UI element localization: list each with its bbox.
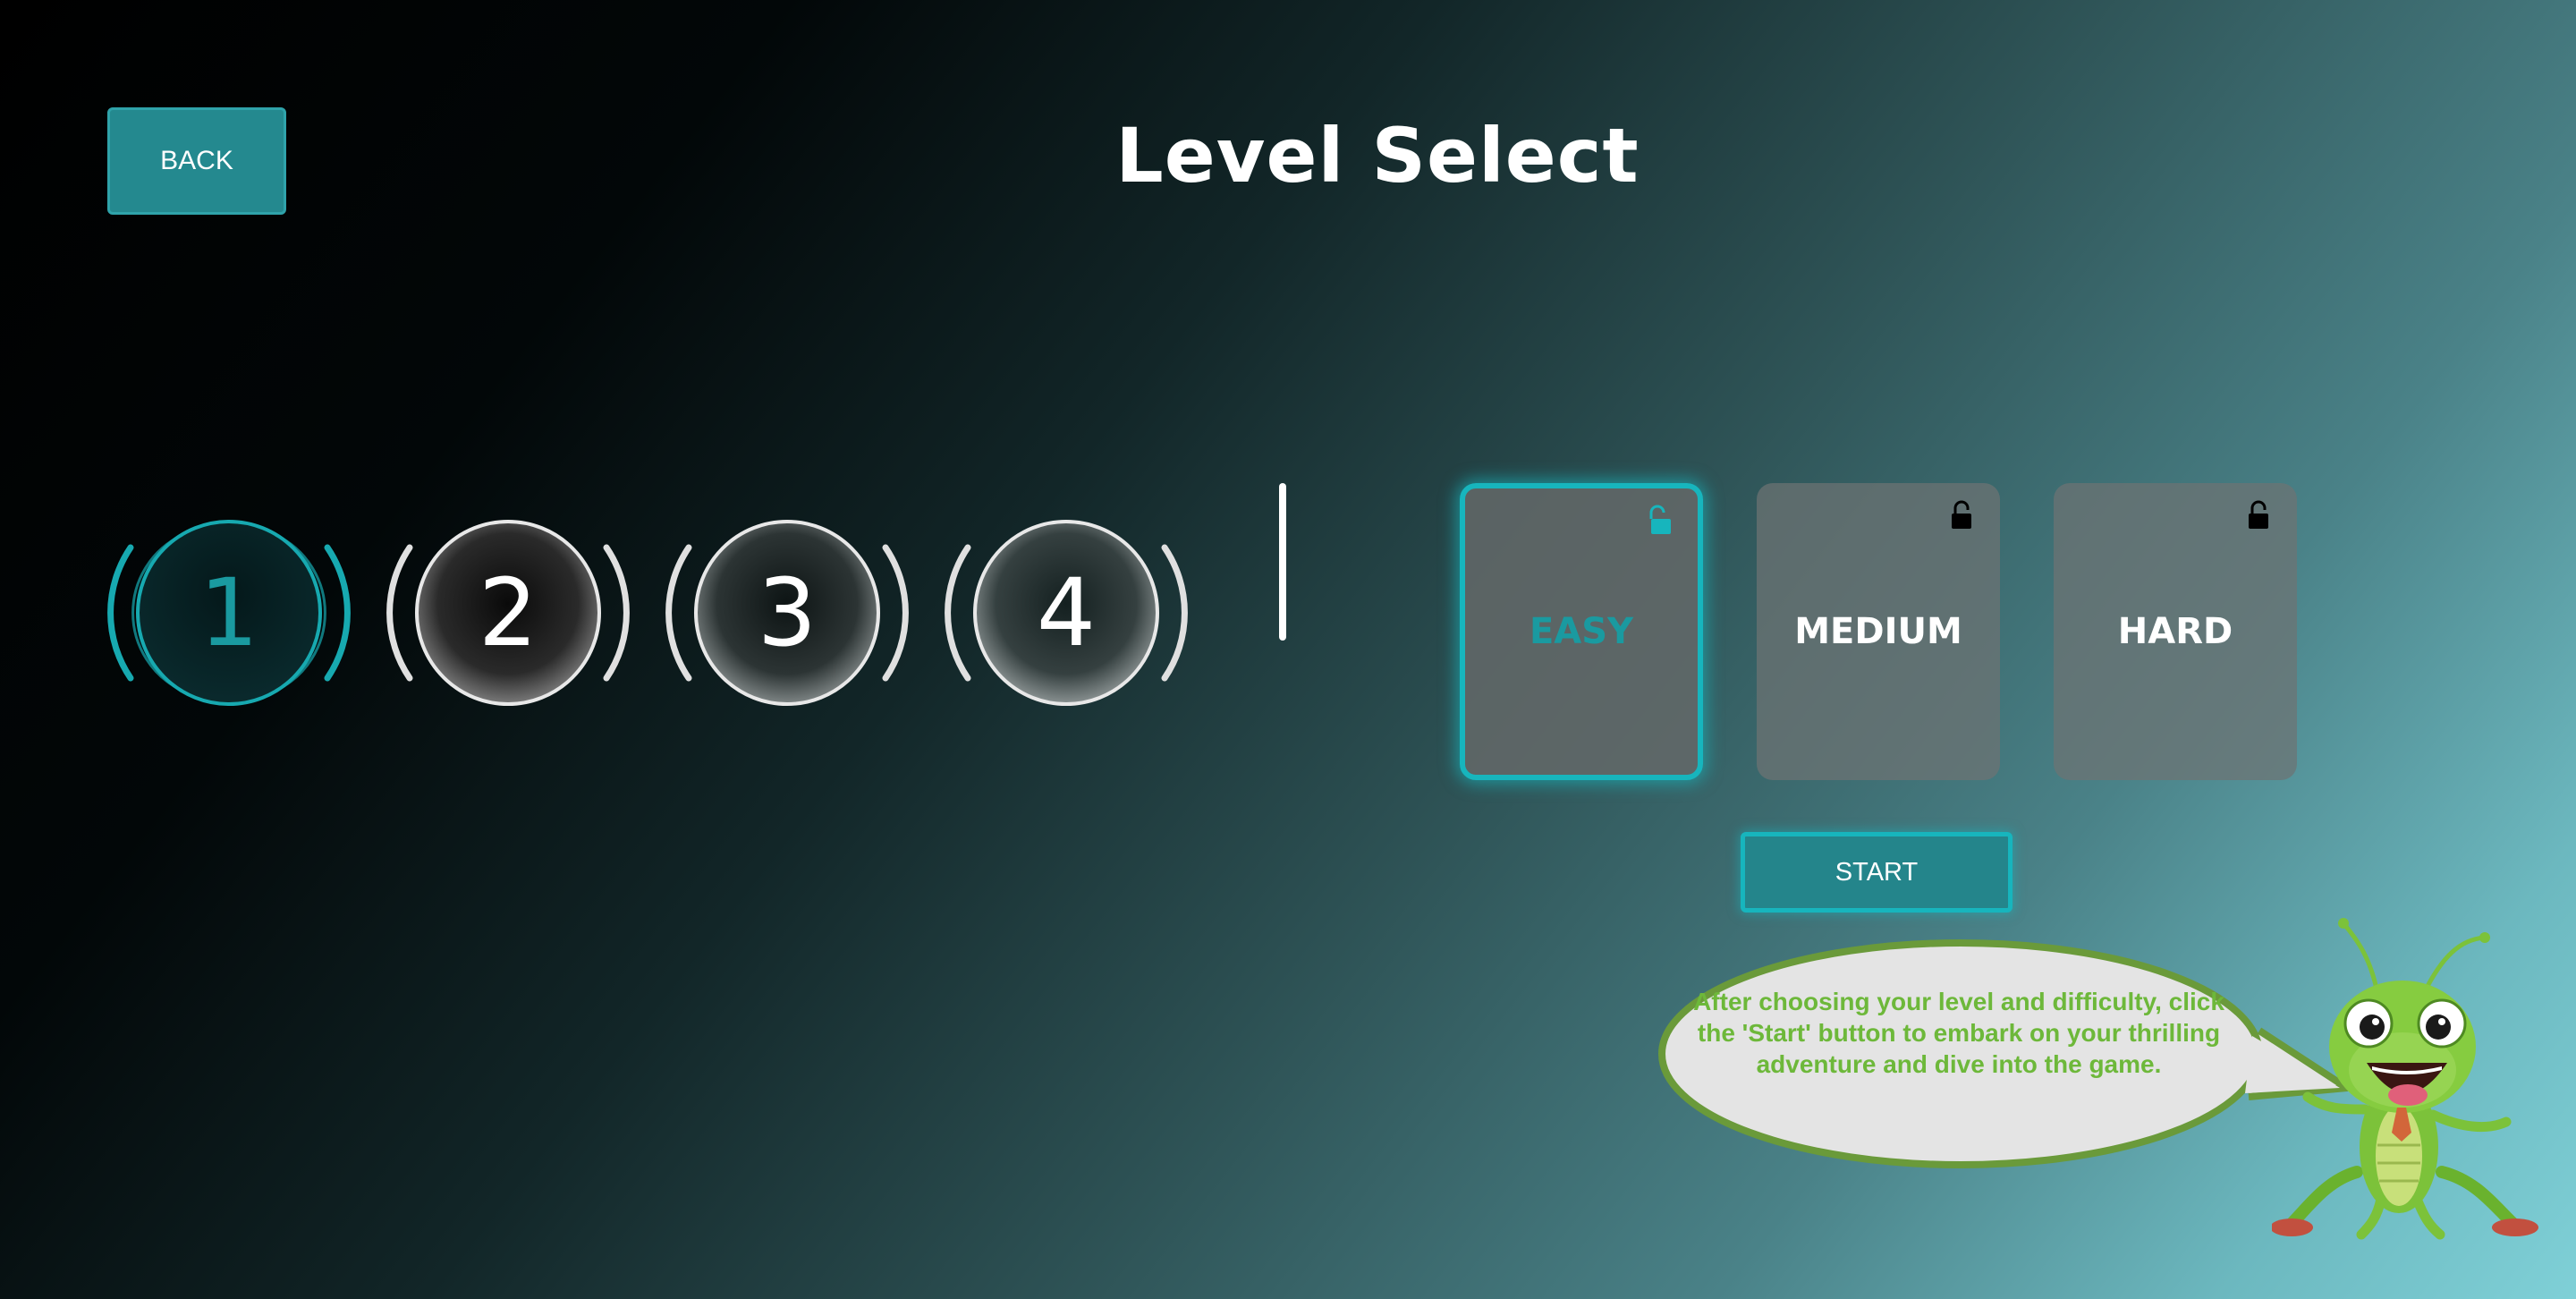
- difficulty-easy-card[interactable]: EASY: [1460, 483, 1703, 780]
- grasshopper-mascot-icon: [2272, 918, 2538, 1240]
- level-number: 2: [478, 558, 538, 667]
- page-title: Level Select: [1115, 112, 1640, 200]
- level-number: 4: [1036, 558, 1097, 667]
- back-button[interactable]: BACK: [107, 107, 286, 215]
- start-button[interactable]: START: [1741, 832, 2012, 913]
- difficulty-label: HARD: [2117, 611, 2233, 652]
- difficulty-hard-card[interactable]: HARD: [2054, 483, 2297, 780]
- divider: [1279, 483, 1286, 641]
- level-1-button[interactable]: 1: [104, 501, 354, 725]
- difficulty-medium-card[interactable]: MEDIUM: [1757, 483, 2000, 780]
- level-3-button[interactable]: 3: [662, 501, 912, 725]
- speech-text: After choosing your level and difficulty…: [1693, 988, 2224, 1078]
- level-2-button[interactable]: 2: [383, 501, 633, 725]
- difficulty-label: MEDIUM: [1794, 611, 1962, 652]
- level-4-button[interactable]: 4: [941, 501, 1191, 725]
- level-number: 3: [757, 558, 818, 667]
- level-number: 1: [199, 558, 259, 667]
- difficulty-label: EASY: [1529, 611, 1634, 652]
